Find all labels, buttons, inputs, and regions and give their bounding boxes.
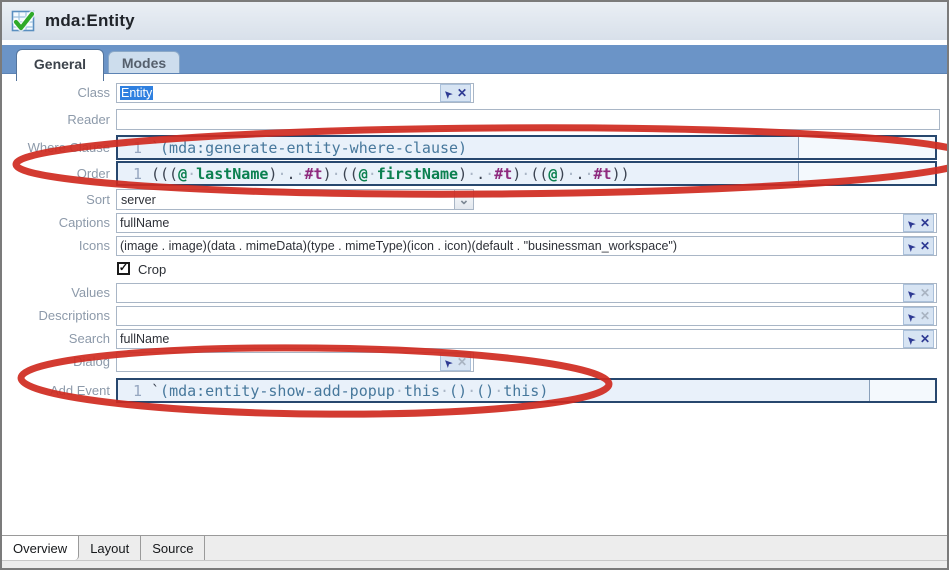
bottom-tab-row: Overview Layout Source bbox=[2, 536, 947, 561]
add-event-code: `(mda:entity-show-add-popup·this·()·()·t… bbox=[151, 382, 548, 400]
picker-arrow-icon[interactable]: ➤ bbox=[904, 239, 918, 253]
line-number: 1 bbox=[118, 382, 142, 400]
class-value: Entity bbox=[120, 86, 153, 100]
line-number: 1 bbox=[118, 139, 142, 157]
picker-arrow-icon[interactable]: ➤ bbox=[904, 309, 918, 323]
clear-icon[interactable]: ✕ bbox=[920, 333, 930, 345]
icons-label: Icons bbox=[2, 238, 110, 253]
class-label: Class bbox=[2, 85, 110, 100]
picker-arrow-icon[interactable]: ➤ bbox=[904, 216, 918, 230]
where-clause-label: Where Clause bbox=[2, 140, 110, 155]
icons-input[interactable]: (image . image)(data . mimeData)(type . … bbox=[116, 236, 937, 256]
dialog-label: Dialog bbox=[2, 354, 110, 369]
clear-icon-disabled: ✕ bbox=[920, 310, 930, 322]
order-label: Order bbox=[2, 166, 110, 181]
bottom-tab-source[interactable]: Source bbox=[141, 536, 205, 560]
sort-value: server bbox=[121, 193, 156, 207]
descriptions-icon-box: ➤ ✕ bbox=[903, 307, 934, 325]
bottom-tab-bar: Overview Layout Source bbox=[2, 535, 947, 568]
titlebar: mda:Entity bbox=[2, 2, 947, 40]
sort-label: Sort bbox=[2, 192, 110, 207]
icons-value: (image . image)(data . mimeData)(type . … bbox=[120, 239, 677, 253]
clear-icon[interactable]: ✕ bbox=[920, 240, 930, 252]
editor-divider bbox=[869, 380, 935, 401]
clear-icon-disabled: ✕ bbox=[920, 287, 930, 299]
dropdown-chevron-icon[interactable]: ⌄ bbox=[454, 190, 473, 209]
bottom-tab-layout[interactable]: Layout bbox=[79, 536, 141, 560]
entity-table-check-icon bbox=[11, 9, 36, 34]
order-editor[interactable]: 1 (((@·lastName)·.·#t)·((@·firstName)·.·… bbox=[116, 161, 937, 186]
values-icon-box: ➤ ✕ bbox=[903, 284, 934, 302]
picker-arrow-icon[interactable]: ➤ bbox=[441, 355, 455, 369]
add-event-editor[interactable]: 1 `(mda:entity-show-add-popup·this·()·()… bbox=[116, 378, 937, 403]
order-code: (((@·lastName)·.·#t)·((@·firstName)·.·#t… bbox=[151, 165, 630, 183]
icons-icon-box: ➤ ✕ bbox=[903, 237, 934, 255]
search-icon-box: ➤ ✕ bbox=[903, 330, 934, 348]
picker-arrow-icon[interactable]: ➤ bbox=[904, 332, 918, 346]
picker-arrow-icon[interactable]: ➤ bbox=[904, 286, 918, 300]
line-number: 1 bbox=[118, 165, 142, 183]
search-value: fullName bbox=[120, 332, 169, 346]
captions-icon-box: ➤ ✕ bbox=[903, 214, 934, 232]
class-icon-box: ➤ ✕ bbox=[440, 84, 471, 102]
sort-select[interactable]: server ⌄ bbox=[116, 189, 474, 210]
tab-bar: General Modes bbox=[2, 45, 947, 74]
clear-icon[interactable]: ✕ bbox=[457, 87, 467, 99]
reader-label: Reader bbox=[2, 112, 110, 127]
tab-modes[interactable]: Modes bbox=[108, 51, 180, 73]
clear-icon[interactable]: ✕ bbox=[920, 217, 930, 229]
window-title: mda:Entity bbox=[45, 11, 135, 31]
values-input[interactable]: ➤ ✕ bbox=[116, 283, 937, 303]
captions-value: fullName bbox=[120, 216, 169, 230]
crop-label: Crop bbox=[138, 262, 166, 277]
bottom-tab-overview[interactable]: Overview bbox=[2, 536, 79, 560]
dialog-input[interactable]: ➤ ✕ bbox=[116, 352, 474, 372]
editor-divider bbox=[798, 137, 935, 158]
picker-arrow-icon[interactable]: ➤ bbox=[441, 86, 455, 100]
editor-divider bbox=[798, 163, 935, 184]
add-event-label: Add Event bbox=[2, 383, 110, 398]
captions-label: Captions bbox=[2, 215, 110, 230]
descriptions-input[interactable]: ➤ ✕ bbox=[116, 306, 937, 326]
clear-icon-disabled: ✕ bbox=[457, 356, 467, 368]
values-label: Values bbox=[2, 285, 110, 300]
class-input[interactable]: Entity ➤ ✕ bbox=[116, 83, 474, 103]
search-label: Search bbox=[2, 331, 110, 346]
entity-editor-window: mda:Entity General Modes Class Entity ➤ … bbox=[0, 0, 949, 570]
where-clause-editor[interactable]: 1 `(mda:generate-entity-where-clause) bbox=[116, 135, 937, 160]
tab-general[interactable]: General bbox=[16, 49, 104, 81]
descriptions-label: Descriptions bbox=[2, 308, 110, 323]
check-icon: ✓ bbox=[119, 263, 128, 274]
reader-input[interactable] bbox=[116, 109, 940, 130]
crop-checkbox[interactable]: ✓ bbox=[117, 262, 130, 275]
dialog-icon-box: ➤ ✕ bbox=[440, 353, 471, 371]
search-input[interactable]: fullName ➤ ✕ bbox=[116, 329, 937, 349]
captions-input[interactable]: fullName ➤ ✕ bbox=[116, 213, 937, 233]
where-clause-code: `(mda:generate-entity-where-clause) bbox=[151, 139, 467, 157]
